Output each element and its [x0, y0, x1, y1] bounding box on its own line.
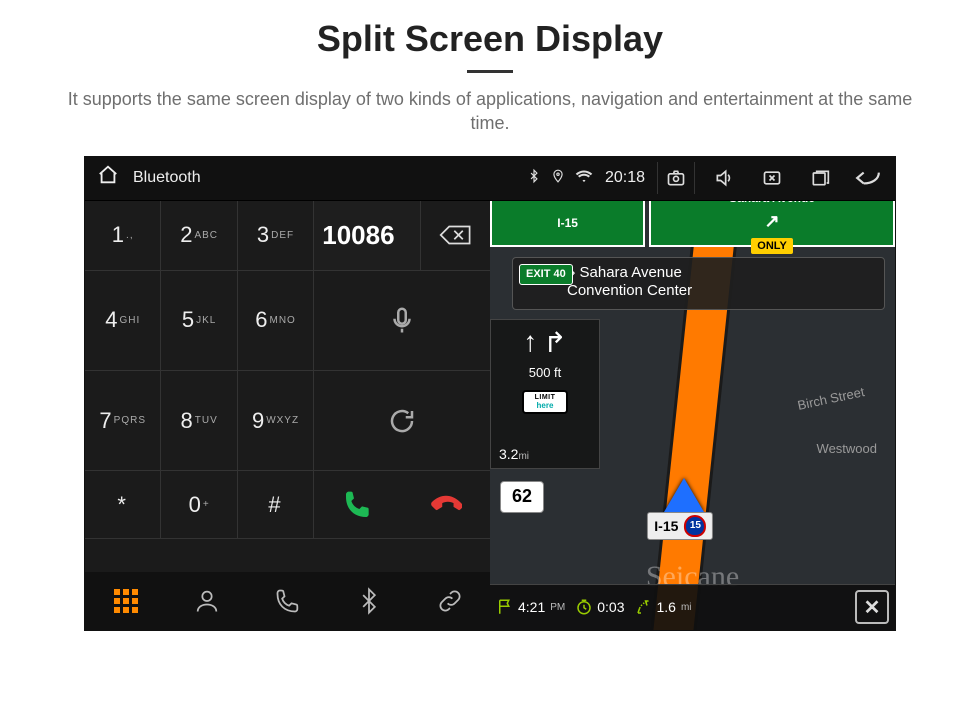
maneuver-distance: 500 ft [529, 365, 562, 380]
dial-key-8[interactable]: 8TUV [161, 371, 237, 470]
tab-contacts[interactable] [166, 572, 247, 630]
dial-key-2[interactable]: 2ABC [161, 201, 237, 270]
lane-guidance: ↑ ↱ 500 ft LIMIT here 3.2mi [490, 319, 600, 469]
navigation-panel: I-15 Sahara Avenue ↗ ONLY EXIT 40 » Saha… [490, 201, 895, 630]
dest-line1: » Sahara Avenue [567, 264, 874, 283]
flag-icon [496, 598, 514, 616]
back-button[interactable] [849, 162, 887, 194]
dialpad-icon [114, 589, 138, 613]
tab-bluetooth[interactable] [328, 572, 409, 630]
status-icons: 20:18 [527, 162, 887, 194]
road-label-westwood: Westwood [817, 441, 877, 456]
nav-close-button[interactable]: ✕ [855, 590, 889, 624]
statusbar-title: Bluetooth [133, 169, 201, 187]
dial-key-star[interactable]: * [85, 471, 161, 538]
lane-arrows: ↑ ↱ [523, 326, 566, 359]
home-icon[interactable] [93, 164, 123, 192]
nav-status-bar: 4:21PM 0:03 1.6mi ✕ [490, 584, 895, 630]
exit-badge: EXIT 40 [519, 264, 573, 286]
eta: 4:21PM [496, 598, 565, 616]
shield-text: I-15 [654, 518, 678, 534]
speed-limit-sign: LIMIT here [522, 390, 568, 414]
screenshot-button[interactable] [657, 162, 695, 194]
clock-text: 20:18 [605, 169, 645, 187]
dial-key-3[interactable]: 3DEF [238, 201, 314, 270]
bluetooth-icon [355, 587, 383, 615]
destination-banner: EXIT 40 » Sahara Avenue Convention Cente… [512, 257, 885, 311]
link-icon [436, 587, 464, 615]
page-title: Split Screen Display [317, 18, 663, 60]
phone-icon [274, 587, 302, 615]
page-description: It supports the same screen display of t… [50, 87, 930, 136]
volume-button[interactable] [705, 162, 743, 194]
interstate-icon: 15 [684, 515, 706, 537]
dial-key-1[interactable]: 1., [85, 201, 161, 270]
dial-key-6[interactable]: 6MNO [238, 271, 314, 370]
distance-icon [635, 598, 653, 616]
person-icon [193, 587, 221, 615]
recent-apps-button[interactable] [801, 162, 839, 194]
dialer-tabs [85, 572, 490, 630]
arrow-up-right-icon: ↗ [765, 211, 780, 232]
location-icon [551, 167, 565, 190]
bluetooth-dialer: 1., 2ABC 3DEF 10086 4GHI 5JKL 6MNO [85, 201, 490, 630]
speed-limit-label: LIMIT [524, 394, 566, 401]
current-speed: 62 [500, 481, 544, 513]
sign-right-text: Sahara Avenue [729, 201, 815, 206]
highway-signs: I-15 Sahara Avenue ↗ ONLY [490, 201, 895, 247]
dial-key-4[interactable]: 4GHI [85, 271, 161, 370]
trip-distance: 3.2mi [499, 446, 529, 462]
duration: 0:03 [575, 598, 624, 616]
only-badge: ONLY [751, 238, 793, 254]
dest-line2: Convention Center [567, 282, 874, 301]
dial-key-0[interactable]: 0+ [161, 471, 237, 538]
sign-right: Sahara Avenue ↗ ONLY [649, 201, 895, 247]
close-app-button[interactable] [753, 162, 791, 194]
status-bar: Bluetooth 20:18 [85, 157, 895, 201]
backspace-button[interactable] [421, 201, 490, 270]
lane-arrow-right-icon: ↱ [543, 326, 566, 359]
road-shield: I-15 15 [647, 512, 713, 540]
dial-key-7[interactable]: 7PQRS [85, 371, 161, 470]
dial-key-9[interactable]: 9WXYZ [238, 371, 314, 470]
dial-key-5[interactable]: 5JKL [161, 271, 237, 370]
lane-arrow-up-icon: ↑ [523, 326, 537, 359]
voice-input-button[interactable] [314, 271, 490, 370]
map-view[interactable]: I-15 Sahara Avenue ↗ ONLY EXIT 40 » Saha… [490, 201, 895, 630]
dial-display: 10086 [314, 201, 421, 270]
device-frame: Bluetooth 20:18 [84, 156, 896, 631]
clock-icon [575, 598, 593, 616]
vehicle-marker-icon [664, 478, 704, 512]
dial-key-hash[interactable]: # [238, 471, 314, 538]
hangup-button[interactable] [402, 471, 490, 538]
tab-dialpad[interactable] [85, 572, 166, 630]
title-underline [467, 70, 513, 73]
call-button[interactable] [314, 471, 402, 538]
remaining-distance: 1.6mi [635, 598, 692, 616]
tab-link[interactable] [409, 572, 490, 630]
redial-button[interactable] [314, 371, 490, 470]
sign-left: I-15 [490, 201, 645, 247]
road-label-birch: Birch Street [796, 384, 866, 413]
bluetooth-icon [527, 167, 541, 190]
wifi-icon [575, 167, 593, 190]
map-provider: here [524, 401, 566, 410]
tab-recents[interactable] [247, 572, 328, 630]
